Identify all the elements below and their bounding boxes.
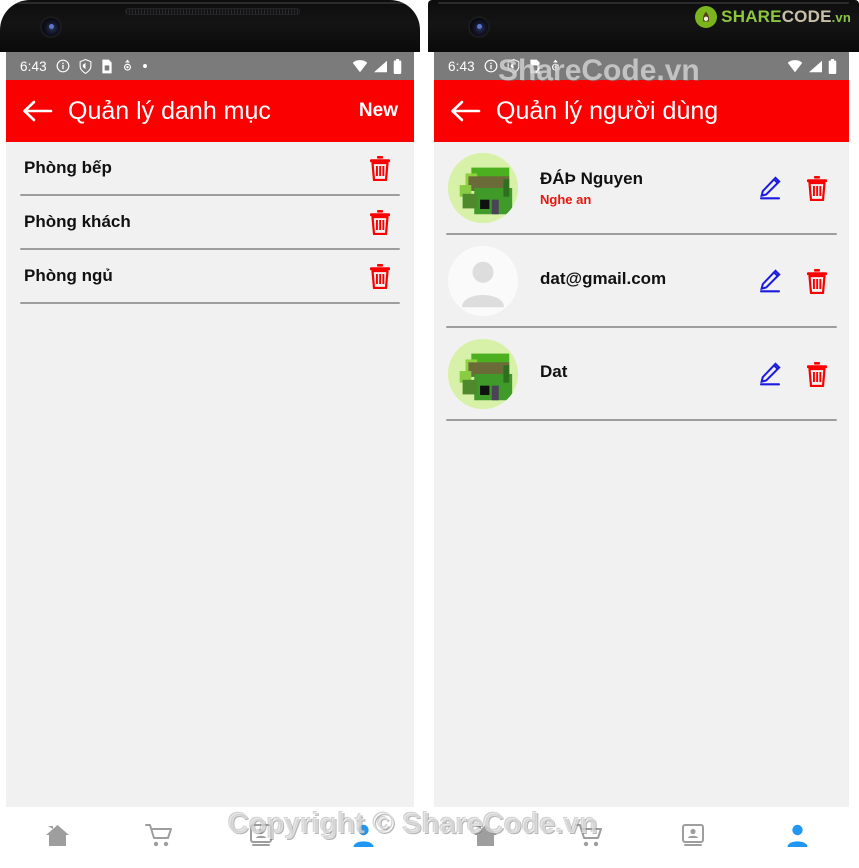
- wifi-icon: [352, 59, 368, 73]
- category-name: Phòng bếp: [24, 158, 112, 177]
- avatar: [448, 338, 518, 409]
- user-list: ĐÁÞ Nguyen Nghe an dat@gmail.com Dat: [434, 142, 849, 421]
- sharecode-leaf-icon: [695, 6, 718, 28]
- nav-item-contacts[interactable]: [642, 807, 746, 864]
- nav-item-home[interactable]: [6, 807, 108, 864]
- table-row[interactable]: Phòng bếp: [20, 142, 400, 194]
- phone-bezel-left: [0, 0, 420, 52]
- category-name: Phòng khách: [24, 212, 131, 231]
- bottom-navigation: [434, 807, 849, 864]
- camera-glint: [49, 24, 54, 29]
- pencil-icon[interactable]: [757, 361, 783, 387]
- trash-icon[interactable]: [368, 209, 392, 235]
- trash-icon[interactable]: [368, 155, 392, 181]
- nav-item-cart[interactable]: [108, 807, 210, 864]
- logo-share-text: SHARE: [721, 7, 782, 26]
- screenshot-stage: 6:43 Quản lý danh mục New Phòng bếp Phòn…: [0, 0, 859, 868]
- nav-item-profile[interactable]: [312, 807, 414, 864]
- shield-icon: [507, 58, 520, 74]
- status-bar-left: 6:43: [20, 58, 148, 74]
- status-bar: 6:43: [6, 52, 414, 80]
- table-row[interactable]: Phòng ngủ: [20, 250, 400, 302]
- list-divider: [20, 302, 400, 304]
- front-camera-icon: [470, 18, 488, 36]
- battery-icon: [393, 58, 402, 74]
- trash-icon[interactable]: [805, 268, 829, 294]
- avatar: [448, 152, 518, 223]
- status-time: 6:43: [20, 58, 47, 74]
- category-name: Phòng ngủ: [24, 266, 113, 285]
- logo-code-text: CODE: [781, 7, 832, 26]
- user-info: Dat: [518, 362, 757, 385]
- nav-item-cart[interactable]: [538, 807, 642, 864]
- status-bar-left: 6:43: [448, 58, 561, 74]
- bottom-navigation: [6, 807, 414, 864]
- sim-card-icon: [101, 59, 113, 74]
- dot-icon: [142, 63, 148, 69]
- earpiece-speaker: [125, 8, 300, 15]
- pencil-icon[interactable]: [757, 175, 783, 201]
- phone-right: 6:43 Quản lý người dùng ĐÁÞ Nguyen Nghe …: [428, 0, 859, 868]
- category-screen-content: Phòng bếp Phòng khách Phòng ngủ: [6, 142, 414, 807]
- nav-item-home[interactable]: [434, 807, 538, 864]
- page-title: Quản lý người dùng: [496, 96, 719, 125]
- info-icon: [56, 59, 70, 73]
- status-time: 6:43: [448, 58, 475, 74]
- logo-vn-text: .vn: [831, 10, 851, 25]
- user-row-actions: [757, 175, 833, 201]
- bezel-highlight: [10, 2, 410, 4]
- battery-icon: [828, 58, 837, 74]
- wifi-icon: [787, 59, 803, 73]
- category-list: Phòng bếp Phòng khách Phòng ngủ: [6, 142, 414, 304]
- sharecode-logo: SHARECODE.vn: [695, 6, 851, 28]
- pencil-icon[interactable]: [757, 268, 783, 294]
- user-name: Dat: [540, 362, 568, 381]
- trash-icon[interactable]: [368, 263, 392, 289]
- user-row-actions: [757, 268, 833, 294]
- info-icon: [484, 59, 498, 73]
- back-arrow-icon[interactable]: [448, 96, 482, 126]
- camera-glint: [477, 24, 482, 29]
- user-name: ĐÁÞ Nguyen: [540, 168, 643, 188]
- signal-icon: [373, 60, 388, 73]
- logo-text: SHARECODE.vn: [721, 7, 851, 27]
- list-item[interactable]: dat@gmail.com: [446, 235, 837, 326]
- nav-item-profile[interactable]: [745, 807, 849, 864]
- sim-card-icon: [529, 59, 541, 74]
- sync-icon: [550, 59, 561, 73]
- front-camera-icon: [42, 18, 60, 36]
- user-row-actions: [757, 361, 833, 387]
- user-info: ĐÁÞ Nguyen Nghe an: [518, 169, 757, 207]
- list-item[interactable]: ĐÁÞ Nguyen Nghe an: [446, 142, 837, 233]
- app-bar: Quản lý người dùng: [434, 80, 849, 142]
- status-bar: 6:43: [434, 52, 849, 80]
- app-bar: Quản lý danh mục New: [6, 80, 414, 142]
- signal-icon: [808, 60, 823, 73]
- shield-icon: [79, 58, 92, 74]
- user-info: dat@gmail.com: [518, 269, 757, 292]
- phone-screen-right: 6:43 Quản lý người dùng ĐÁÞ Nguyen Nghe …: [434, 52, 849, 864]
- status-bar-right: [787, 58, 837, 74]
- list-item[interactable]: Dat: [446, 328, 837, 419]
- nav-item-contacts[interactable]: [210, 807, 312, 864]
- status-bar-right: [352, 58, 402, 74]
- avatar: [448, 245, 518, 316]
- phone-left: 6:43 Quản lý danh mục New Phòng bếp Phòn…: [0, 0, 420, 868]
- list-divider: [446, 419, 837, 421]
- page-title: Quản lý danh mục: [68, 96, 271, 125]
- user-name: dat@gmail.com: [540, 269, 667, 288]
- table-row[interactable]: Phòng khách: [20, 196, 400, 248]
- user-subtitle: Nghe an: [540, 191, 592, 207]
- trash-icon[interactable]: [805, 361, 829, 387]
- sync-icon: [122, 59, 133, 73]
- back-arrow-icon[interactable]: [20, 96, 54, 126]
- new-category-button[interactable]: New: [359, 100, 398, 122]
- trash-icon[interactable]: [805, 175, 829, 201]
- bezel-highlight: [438, 2, 849, 4]
- user-screen-content: ĐÁÞ Nguyen Nghe an dat@gmail.com Dat: [434, 142, 849, 807]
- phone-screen-left: 6:43 Quản lý danh mục New Phòng bếp Phòn…: [6, 52, 414, 864]
